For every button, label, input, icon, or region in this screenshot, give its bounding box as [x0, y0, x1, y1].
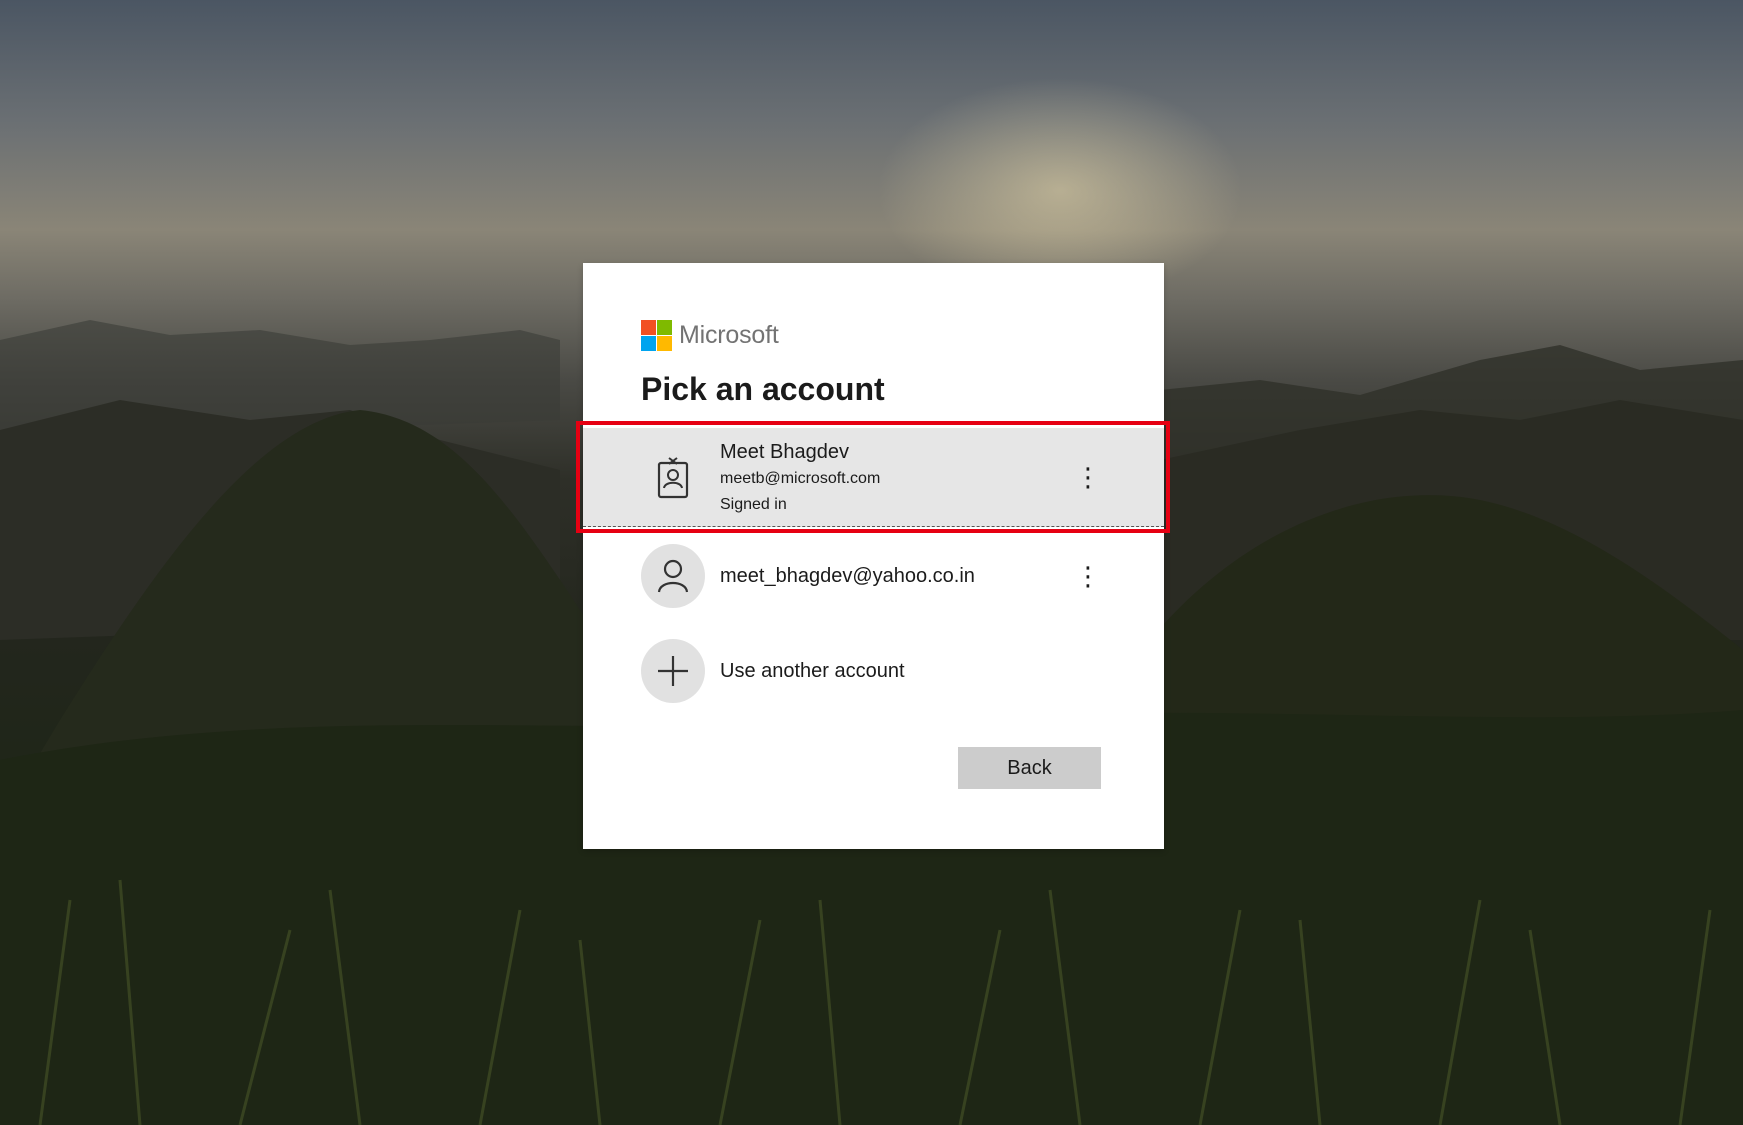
microsoft-logo: Microsoft [641, 320, 779, 351]
logo-square-red [641, 320, 656, 335]
back-button[interactable]: Back [958, 747, 1101, 789]
vertical-ellipsis-icon[interactable]: ⋮ [1073, 556, 1103, 596]
sign-in-card: Microsoft Pick an account Meet Bhagdev m… [576, 263, 1170, 849]
use-another-label: Use another account [720, 659, 905, 682]
plus-icon [641, 639, 705, 703]
logo-square-green [657, 320, 672, 335]
account-tile-work[interactable]: Meet Bhagdev meetb@microsoft.com Signed … [583, 428, 1164, 527]
account-tile-personal[interactable]: meet_bhagdev@yahoo.co.in ⋮ [583, 541, 1164, 611]
account-status: Signed in [720, 495, 787, 513]
work-badge-icon [641, 445, 705, 509]
page-title: Pick an account [641, 371, 885, 407]
logo-square-yellow [657, 336, 672, 351]
account-email: meet_bhagdev@yahoo.co.in [720, 564, 975, 587]
account-name: Meet Bhagdev [720, 440, 849, 463]
use-another-text: Use another account [720, 660, 905, 683]
account-email: meetb@microsoft.com [720, 469, 881, 487]
vertical-ellipsis-icon[interactable]: ⋮ [1073, 457, 1103, 497]
account-text: Meet Bhagdev meetb@microsoft.com Signed … [720, 441, 880, 514]
microsoft-logo-icon [641, 320, 672, 351]
account-text: meet_bhagdev@yahoo.co.in [720, 565, 975, 588]
logo-square-blue [641, 336, 656, 351]
use-another-account-tile[interactable]: Use another account [583, 636, 1164, 706]
brand-name: Microsoft [679, 321, 779, 349]
person-icon [641, 544, 705, 608]
